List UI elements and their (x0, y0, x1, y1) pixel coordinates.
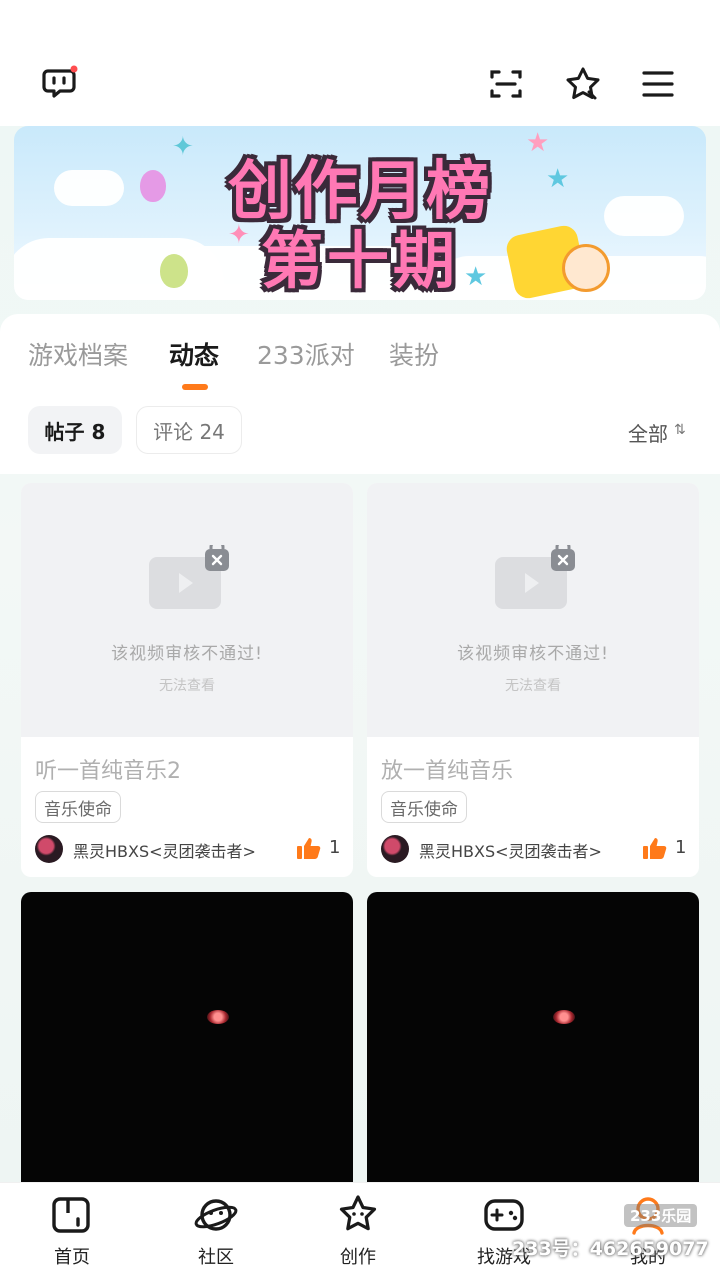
bottom-nav: 首页 社区 创作 找游戏 我的 (0, 1182, 720, 1280)
watermark-text: 233号：462659077 (512, 1238, 709, 1260)
monthly-ranking-banner[interactable]: ✦ ✦ ★ ★ ★ 创作月榜 第十期 (14, 126, 706, 300)
video-thumbnail: 该视频审核不通过! 无法查看 (367, 483, 699, 737)
planet-icon (194, 1199, 238, 1231)
video-blocked-icon (149, 545, 229, 609)
like-count: 1 (675, 837, 687, 858)
post-title: 放一首纯音乐 (381, 759, 514, 784)
nav-home-label: 首页 (54, 1247, 90, 1268)
video-post-card[interactable] (21, 892, 353, 1192)
sort-all-dropdown[interactable]: 全部 (628, 418, 668, 447)
tab-dress-up[interactable]: 装扮 (389, 336, 439, 372)
nav-create[interactable]: 创作 (298, 1183, 418, 1280)
post-card[interactable]: 该视频审核不通过! 无法查看 听一首纯音乐2 音乐使命 黑灵HBXS<灵团袭击者… (21, 483, 353, 877)
nav-me[interactable]: 我的 (588, 1183, 708, 1280)
tab-indicator (182, 384, 208, 390)
nav-home[interactable]: 首页 (12, 1183, 132, 1280)
create-star-icon (339, 1195, 377, 1231)
comments-filter-chip[interactable]: 评论 24 (136, 406, 242, 454)
like-count: 1 (329, 837, 341, 858)
tab-233-party[interactable]: 233派对 (257, 336, 355, 372)
cannot-view-text: 无法查看 (505, 678, 561, 694)
chat-bubble-icon[interactable] (40, 62, 80, 102)
avatar[interactable] (35, 835, 63, 863)
nav-create-label: 创作 (340, 1247, 376, 1268)
nav-find-games[interactable]: 找游戏 (444, 1183, 564, 1280)
thumbs-up-icon[interactable] (643, 837, 667, 859)
tab-activity[interactable]: 动态 (169, 336, 219, 372)
cannot-view-text: 无法查看 (159, 678, 215, 694)
home-icon (52, 1197, 90, 1233)
post-tag[interactable]: 音乐使命 (35, 791, 121, 823)
post-tag[interactable]: 音乐使命 (381, 791, 467, 823)
review-failed-text: 该视频审核不通过! (457, 644, 609, 664)
avatar[interactable] (381, 835, 409, 863)
star-icon[interactable] (563, 64, 603, 104)
video-frame-light (207, 1010, 229, 1024)
thumbs-up-icon[interactable] (297, 837, 321, 859)
post-card[interactable]: 该视频审核不通过! 无法查看 放一首纯音乐 音乐使命 黑灵HBXS<灵团袭击者>… (367, 483, 699, 877)
mascot-face (562, 244, 610, 292)
review-failed-text: 该视频审核不通过! (111, 644, 263, 664)
video-thumbnail: 该视频审核不通过! 无法查看 (21, 483, 353, 737)
posts-filter-chip[interactable]: 帖子 8 (28, 406, 122, 454)
video-post-card[interactable] (367, 892, 699, 1192)
nav-community-label: 社区 (198, 1247, 234, 1268)
author-name[interactable]: 黑灵HBXS<灵团袭击者> (73, 838, 256, 862)
menu-icon[interactable] (638, 64, 678, 104)
post-title: 听一首纯音乐2 (35, 759, 181, 784)
top-bar (0, 0, 720, 126)
video-blocked-icon (495, 545, 575, 609)
gamepad-icon (484, 1199, 524, 1231)
nav-community[interactable]: 社区 (156, 1183, 276, 1280)
tab-game-archive[interactable]: 游戏档案 (28, 336, 128, 372)
watermark-logo: 233乐园 (624, 1204, 698, 1227)
video-frame-light (553, 1010, 575, 1024)
author-name[interactable]: 黑灵HBXS<灵团袭击者> (419, 838, 602, 862)
scan-icon[interactable] (486, 64, 526, 104)
sort-icon[interactable]: ⇅ (674, 422, 686, 438)
